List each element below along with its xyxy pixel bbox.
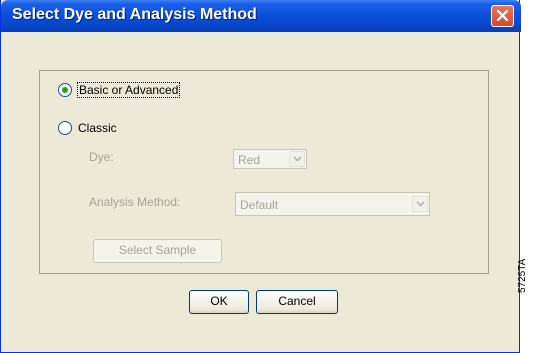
dialog-window: Select Dye and Analysis Method Basic or … (0, 0, 521, 353)
dye-value: Red (238, 153, 261, 167)
select-sample-button[interactable]: Select Sample (93, 239, 222, 263)
classic-radio[interactable] (58, 121, 72, 135)
method-dropdown-button[interactable] (412, 196, 428, 212)
analysis-method-value: Default (240, 198, 279, 212)
basic-advanced-text: Basic or Advanced (77, 82, 181, 98)
analysis-method-select[interactable]: Default (235, 192, 430, 216)
close-icon (496, 9, 509, 22)
close-button[interactable] (491, 5, 514, 27)
title-bar[interactable]: Select Dye and Analysis Method (1, 0, 521, 32)
ok-button[interactable]: OK (189, 290, 249, 314)
classic-label[interactable]: Classic (78, 121, 117, 135)
cancel-button[interactable]: Cancel (256, 290, 338, 314)
basic-advanced-label[interactable]: Basic or Advanced (77, 82, 181, 98)
dye-dropdown-button[interactable] (289, 151, 305, 167)
method-group: Basic or Advanced Classic Dye: Red Analy… (39, 70, 489, 274)
analysis-method-label: Analysis Method: (89, 195, 181, 209)
chevron-down-icon (416, 201, 425, 207)
dye-label: Dye: (89, 150, 114, 164)
dialog-title: Select Dye and Analysis Method (12, 6, 257, 23)
chevron-down-icon (293, 156, 302, 162)
basic-advanced-radio[interactable] (58, 83, 72, 97)
figure-code: 5725TA (517, 258, 528, 293)
dye-select[interactable]: Red (233, 149, 307, 169)
